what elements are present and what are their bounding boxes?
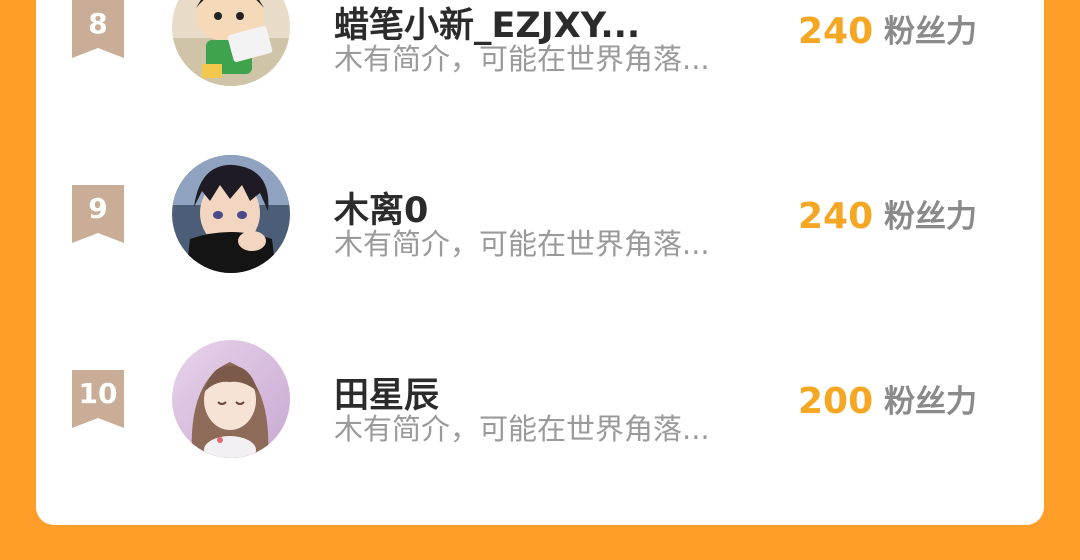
anime-girl-avatar-icon [172,340,290,458]
rank-number: 10 [78,377,118,410]
user-bio: 木有简介，可能在世界角落... [334,412,710,446]
rank-badge: 8 [72,0,124,60]
avatar[interactable] [172,0,290,86]
leaderboard-row[interactable]: 8 蜡笔小新_EZJXY... 木有简介，可能在世界角落... 240 粉丝力 [36,0,1044,120]
fan-power-value: 240 [798,11,874,52]
rank-badge: 9 [72,185,124,245]
fan-power-label: 粉丝力 [884,199,977,235]
fan-power-value: 240 [798,196,874,237]
user-bio: 木有简介，可能在世界角落... [334,227,710,261]
leaderboard-row[interactable]: 10 田星辰 木有简介，可能在世界角落... 200 粉丝力 [36,340,1044,490]
leaderboard-row[interactable]: 9 木离0 木有简介，可能在世界角落... 240 粉丝力 [36,155,1044,305]
fan-power-value: 200 [798,381,874,422]
avatar[interactable] [172,155,290,273]
cartoon-boy-avatar-icon [172,0,290,86]
rank-number: 8 [88,7,108,40]
rank-number: 9 [88,192,108,225]
avatar[interactable] [172,340,290,458]
fan-power-label: 粉丝力 [884,384,977,420]
anime-boy-avatar-icon [172,155,290,273]
rank-badge: 10 [72,370,124,430]
fan-power-label: 粉丝力 [884,14,977,50]
user-bio: 木有简介，可能在世界角落... [334,42,710,76]
leaderboard-card: 8 蜡笔小新_EZJXY... 木有简介，可能在世界角落... 240 粉丝力 [36,0,1044,525]
